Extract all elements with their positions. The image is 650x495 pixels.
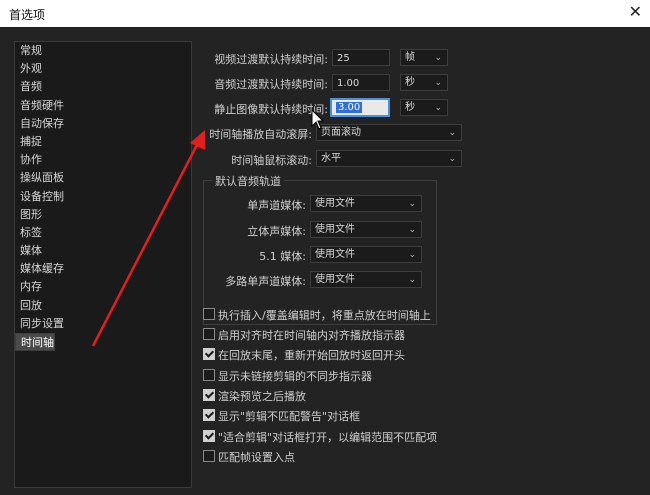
red-arrow-annotation: [91, 130, 205, 347]
annotation-overlay: [91, 108, 325, 347]
mouse-cursor-icon: [311, 108, 325, 130]
